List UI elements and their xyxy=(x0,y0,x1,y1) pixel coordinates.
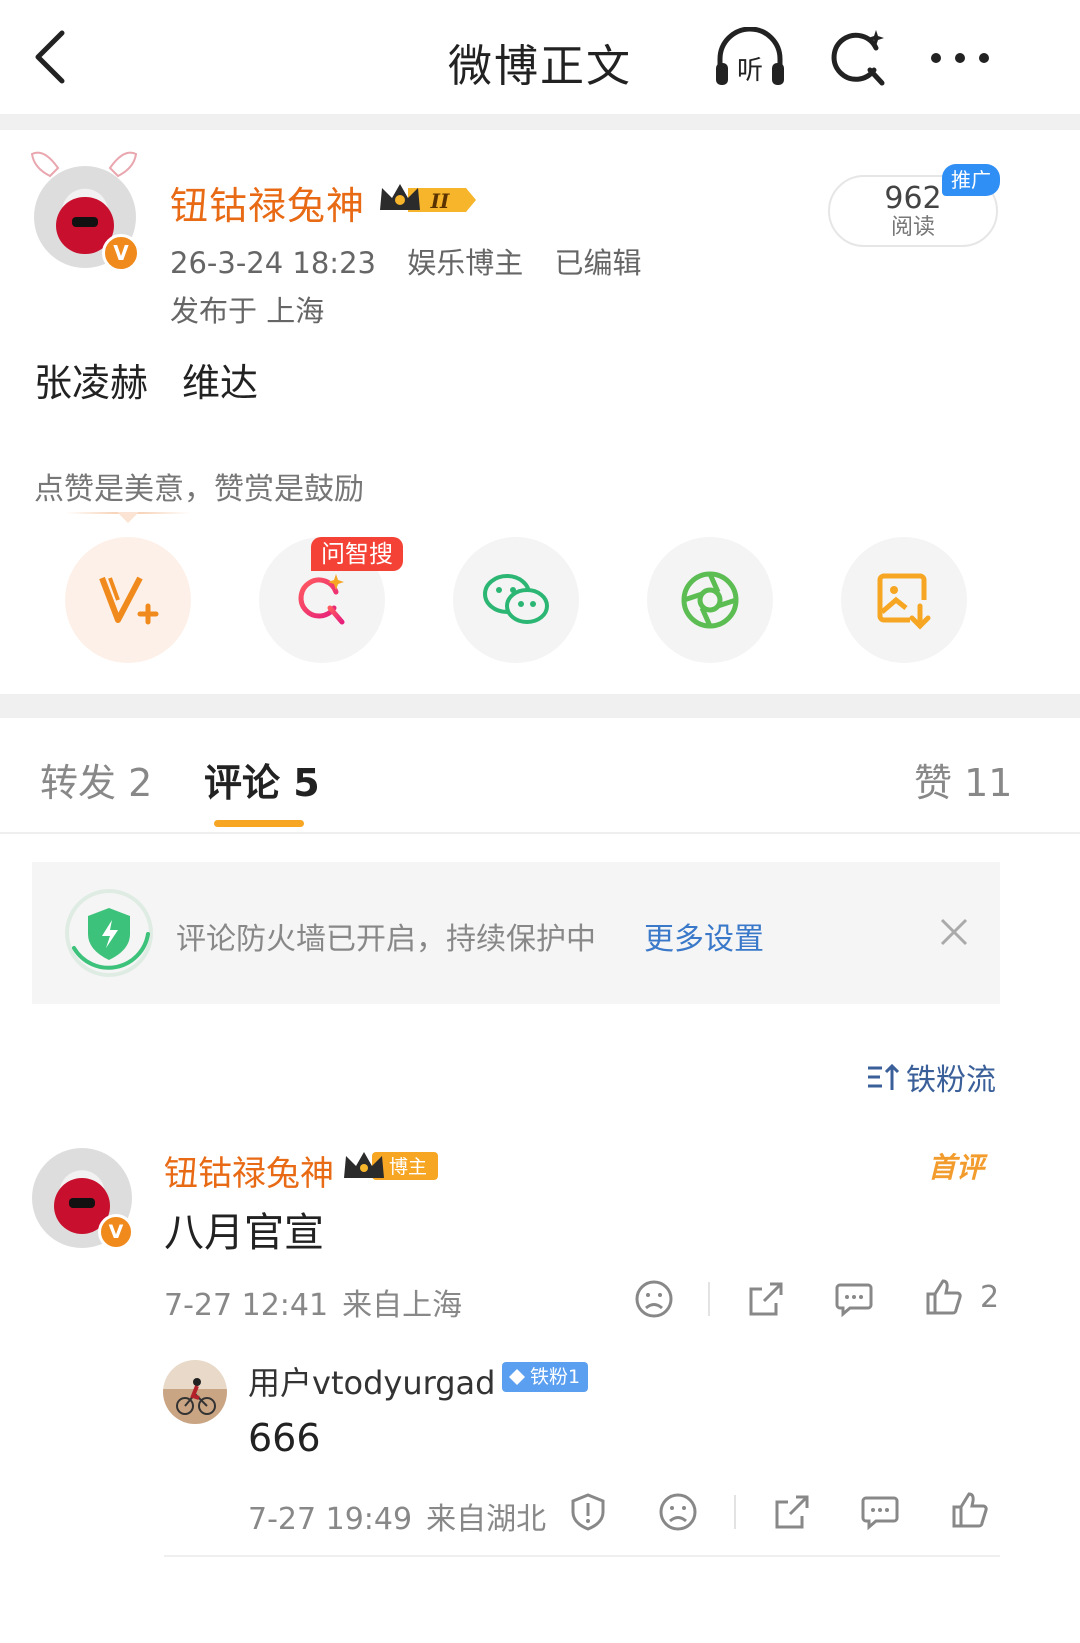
save-image-icon xyxy=(877,573,931,630)
post-content: 张凌赫 维达 xyxy=(34,352,292,407)
divider xyxy=(708,1282,710,1316)
reward-button[interactable] xyxy=(65,537,191,663)
tab-comments[interactable]: 评论 5 xyxy=(204,752,320,807)
tab-likes[interactable]: 赞 11 xyxy=(914,752,1012,807)
shield-icon xyxy=(65,889,153,977)
share-moments-button[interactable] xyxy=(647,537,773,663)
headphones-icon: 听 xyxy=(716,27,784,86)
share-button[interactable] xyxy=(744,1277,788,1321)
reply-button[interactable] xyxy=(832,1277,876,1321)
reply-location: 来自湖北 xyxy=(426,1502,547,1537)
save-image-button[interactable] xyxy=(841,537,967,663)
post-date: 26-3-24 18:23 xyxy=(170,246,376,280)
notice-text: 评论防火墙已开启，持续保护中 xyxy=(176,922,596,957)
cyclist-icon xyxy=(176,1378,216,1415)
share-button[interactable] xyxy=(770,1490,814,1534)
more-dots-icon xyxy=(931,53,989,63)
reply-button[interactable] xyxy=(858,1490,902,1534)
avatar-glasses xyxy=(71,217,99,228)
warning-shield-icon xyxy=(571,1493,605,1531)
more-settings-link[interactable]: 更多设置 xyxy=(644,914,764,958)
replier-avatar[interactable] xyxy=(163,1360,227,1424)
sad-face-icon xyxy=(635,1280,673,1318)
comment-text[interactable]: 八月官宣 xyxy=(164,1200,324,1258)
vip-crown-badge[interactable]: II xyxy=(378,180,478,220)
share-wechat-button[interactable] xyxy=(453,537,579,663)
reply-text[interactable]: 666 xyxy=(248,1416,321,1460)
commenter-name[interactable]: 钮钴禄兔神 xyxy=(164,1146,334,1195)
crown-icon: 博主 xyxy=(344,1152,438,1180)
crown-icon: II xyxy=(380,184,476,213)
smart-search-button[interactable] xyxy=(818,22,898,94)
post-text-part[interactable]: 张凌赫 xyxy=(34,361,148,405)
ai-search-tag: 问智搜 xyxy=(311,537,403,571)
reply-divider xyxy=(164,1555,1000,1557)
verified-badge-icon: V xyxy=(102,234,140,272)
sad-face-icon xyxy=(659,1493,697,1531)
bunny-ears-icon xyxy=(30,151,138,178)
svg-text:博主: 博主 xyxy=(389,1156,427,1178)
divider-band xyxy=(0,694,1080,718)
reward-hint: 点赞是美意，赞赏是鼓励 xyxy=(34,472,364,507)
diamond-icon xyxy=(509,1369,525,1385)
verified-badge-icon: V xyxy=(98,1214,134,1250)
share-icon xyxy=(749,1282,783,1316)
dislike-button[interactable] xyxy=(656,1490,700,1534)
v-plus-icon xyxy=(99,576,159,625)
listen-label: 听 xyxy=(737,56,763,86)
comment-date: 7-27 12:41 xyxy=(164,1288,329,1323)
comment-bubble-icon xyxy=(861,1496,899,1531)
read-label: 阅读 xyxy=(890,215,935,240)
reply-meta: 7-27 19:49 来自湖北 xyxy=(248,1494,560,1538)
report-button[interactable] xyxy=(566,1490,610,1534)
firewall-notice: 评论防火墙已开启，持续保护中 更多设置 xyxy=(32,862,1000,1004)
thumbs-up-icon xyxy=(926,1279,962,1315)
comment-location: 来自上海 xyxy=(342,1288,463,1323)
divider-band xyxy=(0,114,1080,130)
author-name[interactable]: 钮钴禄兔神 xyxy=(170,175,365,230)
comment-meta: 7-27 12:41 来自上海 xyxy=(164,1280,476,1324)
tab-repost[interactable]: 转发 2 xyxy=(40,752,152,807)
wechat-icon xyxy=(483,574,549,624)
avatar-glasses xyxy=(69,1198,95,1208)
post-meta: 26-3-24 18:23 娱乐博主 已编辑 xyxy=(170,240,663,282)
like-count: 2 xyxy=(980,1280,1000,1315)
commenter-avatar[interactable]: V xyxy=(32,1148,134,1250)
reply-date: 7-27 19:49 xyxy=(248,1502,413,1537)
promote-tag[interactable]: 推广 xyxy=(942,164,1000,196)
smart-search-icon xyxy=(831,30,885,86)
tab-divider xyxy=(0,832,1080,834)
iron-fan-label: 铁粉1 xyxy=(530,1366,581,1388)
replier-name[interactable]: 用户vtodyurgad xyxy=(248,1358,495,1404)
share-icon xyxy=(775,1495,809,1529)
like-button[interactable] xyxy=(948,1488,992,1532)
comment-bubble-icon xyxy=(835,1283,873,1318)
iron-fan-tag: 铁粉1 xyxy=(502,1362,589,1392)
dislike-button[interactable] xyxy=(632,1277,676,1321)
sort-icon xyxy=(868,1063,900,1090)
svg-text:II: II xyxy=(430,189,450,213)
top-nav-bar: 微博正文 听 xyxy=(0,0,1080,118)
active-tab-indicator xyxy=(214,820,304,827)
first-comment-tag: 首评 xyxy=(928,1151,985,1184)
page-title: 微博正文 xyxy=(448,41,632,92)
hint-caret xyxy=(117,512,139,523)
ai-search-icon xyxy=(298,574,345,625)
divider xyxy=(734,1495,736,1529)
blogger-tag: 博主 xyxy=(342,1148,438,1184)
author-role: 娱乐博主 xyxy=(407,246,524,280)
author-avatar[interactable]: V xyxy=(30,151,140,272)
moments-icon xyxy=(681,571,739,629)
edited-label[interactable]: 已编辑 xyxy=(554,246,641,280)
like-button[interactable] xyxy=(922,1275,966,1319)
sort-button[interactable]: 铁粉流 xyxy=(866,1055,996,1099)
close-icon[interactable] xyxy=(936,914,972,950)
post-text-part[interactable]: 维达 xyxy=(182,361,258,405)
thumbs-up-icon xyxy=(952,1492,988,1528)
more-button[interactable] xyxy=(920,22,1000,94)
sort-label: 铁粉流 xyxy=(906,1063,996,1098)
listen-button[interactable]: 听 xyxy=(710,22,790,94)
post-location: 发布于 上海 xyxy=(170,294,325,328)
